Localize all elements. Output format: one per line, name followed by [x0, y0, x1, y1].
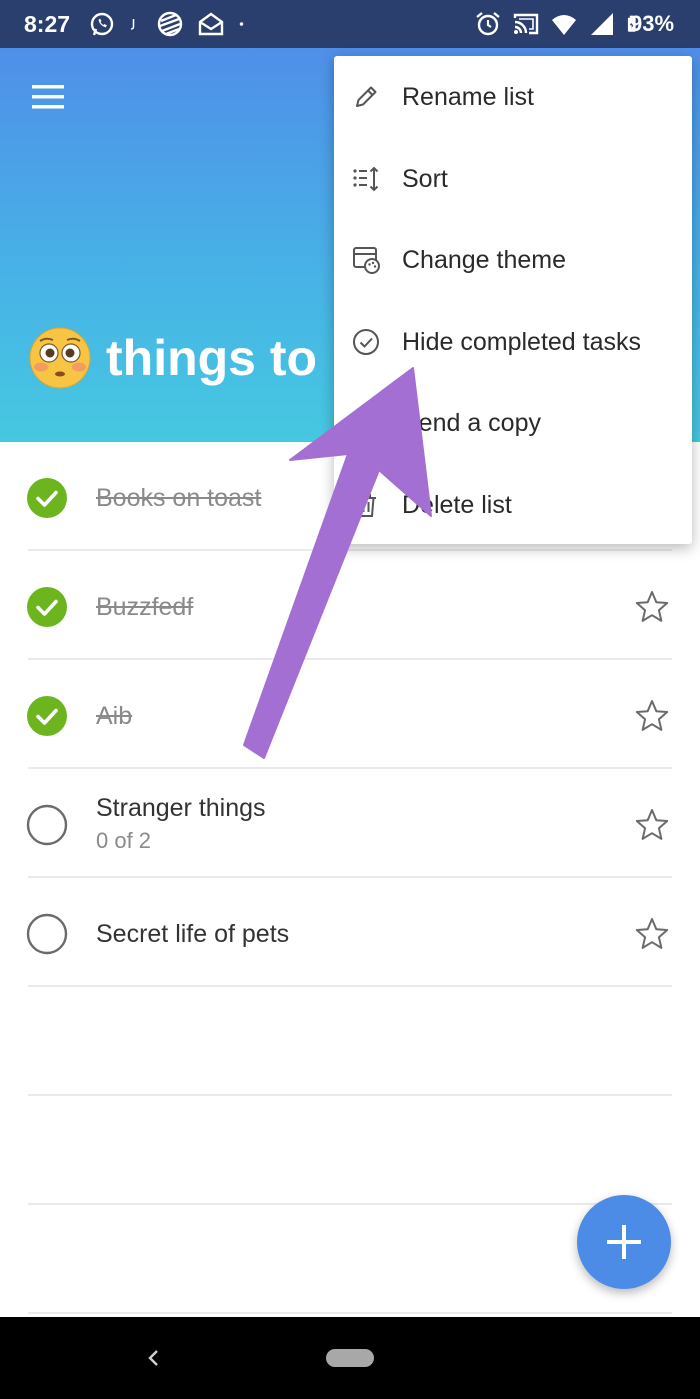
home-pill-button[interactable]: [326, 1349, 374, 1367]
empty-row: [0, 1096, 700, 1205]
sort-icon: [353, 166, 379, 192]
alarm-icon: [476, 12, 500, 36]
task-row[interactable]: Aib: [0, 660, 700, 769]
back-icon[interactable]: [138, 1340, 168, 1376]
striped-app-icon: [157, 11, 183, 37]
status-notification-icons: [88, 10, 252, 38]
menu-item-send-a-copy[interactable]: Send a copy: [334, 382, 692, 464]
checked-circle-icon[interactable]: [26, 695, 68, 737]
task-row[interactable]: Secret life of pets: [0, 878, 700, 987]
overflow-menu: Rename list Sort Change theme Hide compl…: [334, 56, 692, 544]
task-row[interactable]: Stranger things 0 of 2: [0, 769, 700, 878]
cast-icon: [513, 13, 539, 35]
task-title: Aib: [96, 702, 133, 730]
menu-item-label: Delete list: [402, 490, 512, 519]
check-circle-icon: [353, 328, 379, 355]
palette-icon: [353, 247, 380, 275]
whatsapp-icon: [90, 12, 114, 36]
wifi-icon: [552, 15, 576, 35]
j-app-icon: [130, 19, 135, 30]
signal-icon: [591, 13, 613, 35]
dot-icon: [239, 22, 244, 26]
task-title: Books on toast: [96, 484, 262, 512]
star-outline-icon[interactable]: [634, 589, 670, 625]
pencil-icon: [356, 86, 377, 107]
menu-item-label: Send a copy: [402, 409, 541, 438]
list-title[interactable]: things to: [106, 329, 317, 387]
checked-circle-icon[interactable]: [26, 477, 68, 519]
task-row[interactable]: Buzzfedf: [0, 551, 700, 660]
checked-circle-icon[interactable]: [26, 586, 68, 628]
menu-item-delete-list[interactable]: Delete list: [334, 464, 692, 546]
status-bar: 8:27 93%: [0, 0, 700, 48]
navigation-bar: [0, 1317, 700, 1399]
menu-item-hide-completed-tasks[interactable]: Hide completed tasks: [334, 301, 692, 383]
share-icon: [354, 410, 378, 436]
hamburger-icon: [32, 85, 64, 109]
menu-item-sort[interactable]: Sort: [334, 138, 692, 220]
empty-row: [0, 987, 700, 1096]
status-time: 8:27: [24, 11, 71, 37]
menu-item-rename-list[interactable]: Rename list: [334, 56, 692, 138]
task-title: Buzzfedf: [96, 593, 194, 621]
task-list: Books on toast Buzzfedf Aib Stranger thi…: [0, 442, 700, 1314]
menu-item-label: Change theme: [402, 246, 567, 275]
row-divider: [28, 1312, 672, 1314]
trash-icon: [356, 493, 376, 517]
menu-item-label: Rename list: [402, 83, 534, 111]
star-outline-icon[interactable]: [634, 916, 670, 952]
star-outline-icon[interactable]: [634, 698, 670, 734]
add-task-button[interactable]: [577, 1195, 671, 1289]
menu-item-change-theme[interactable]: Change theme: [334, 219, 692, 301]
unchecked-circle-icon[interactable]: [26, 913, 68, 955]
menu-item-label: Sort: [402, 164, 448, 193]
battery-percentage: 93%: [630, 11, 675, 36]
flushed-face-icon: [29, 327, 91, 389]
unchecked-circle-icon[interactable]: [26, 804, 68, 846]
task-title: Stranger things: [96, 794, 266, 822]
status-system-icons: [474, 10, 644, 38]
list-title-row: things to: [28, 326, 317, 390]
plus-icon: [607, 1225, 641, 1259]
task-subtitle: 0 of 2: [96, 828, 152, 853]
menu-item-label: Hide completed tasks: [402, 327, 642, 356]
hamburger-menu-button[interactable]: [24, 78, 72, 118]
star-outline-icon[interactable]: [634, 807, 670, 843]
task-title: Secret life of pets: [96, 920, 290, 948]
mail-icon: [198, 12, 224, 36]
